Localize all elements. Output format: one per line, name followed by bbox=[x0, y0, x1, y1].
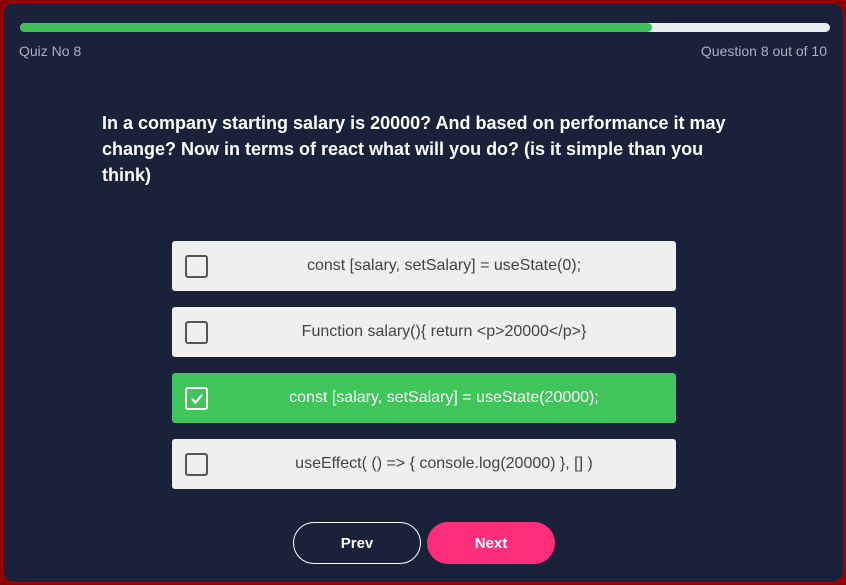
checkbox[interactable] bbox=[185, 255, 208, 278]
option-label: const [salary, setSalary] = useState(0); bbox=[306, 257, 582, 274]
option-label: useEffect( () => { console.log(20000) },… bbox=[295, 455, 593, 472]
option-label: const [salary, setSalary] = useState(200… bbox=[289, 389, 599, 406]
option-label: Function salary(){ return <p>20000</p>} bbox=[301, 323, 587, 340]
checkbox[interactable] bbox=[185, 453, 208, 476]
checkbox[interactable] bbox=[185, 387, 208, 410]
option-4[interactable]: useEffect( () => { console.log(20000) },… bbox=[172, 439, 676, 489]
option-2[interactable]: Function salary(){ return <p>20000</p>} bbox=[172, 307, 676, 357]
prev-button[interactable]: Prev bbox=[293, 522, 421, 564]
quiz-card: Quiz No 8 Question 8 out of 10 In a comp… bbox=[2, 2, 844, 583]
next-button[interactable]: Next bbox=[427, 522, 555, 564]
check-icon bbox=[190, 393, 203, 404]
question-counter: Question 8 out of 10 bbox=[700, 43, 827, 59]
progress-fill bbox=[20, 23, 652, 32]
option-1[interactable]: const [salary, setSalary] = useState(0); bbox=[172, 241, 676, 291]
question-text: In a company starting salary is 20000? A… bbox=[102, 113, 726, 185]
quiz-number: Quiz No 8 bbox=[19, 43, 82, 59]
checkbox[interactable] bbox=[185, 321, 208, 344]
progress-bar bbox=[20, 23, 830, 32]
option-3[interactable]: const [salary, setSalary] = useState(200… bbox=[172, 373, 676, 423]
